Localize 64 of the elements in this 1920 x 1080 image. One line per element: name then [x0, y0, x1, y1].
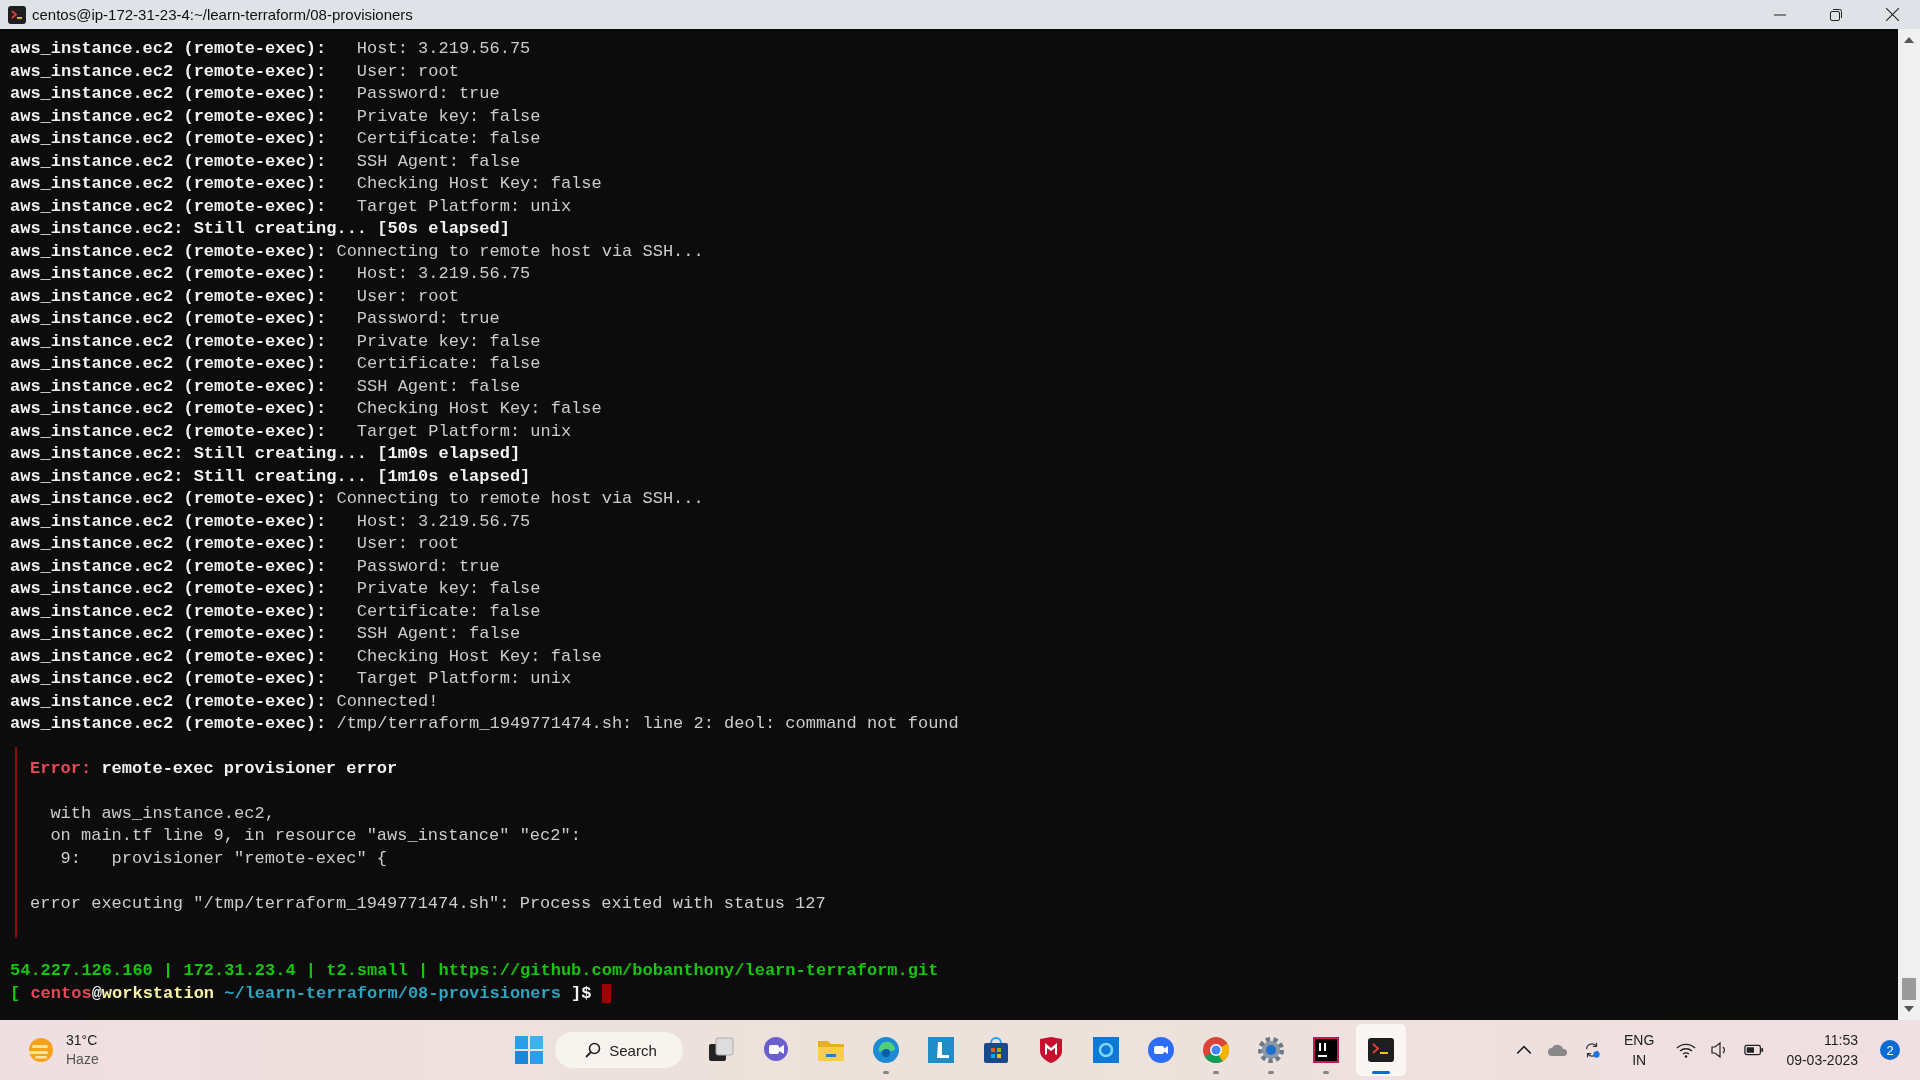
temperature: 31°C	[66, 1031, 99, 1050]
output-line: aws_instance.ec2 (remote-exec): Certificate: false	[10, 128, 542, 150]
cursor	[601, 984, 611, 1004]
output-line: aws_instance.ec2 (remote-exec): User: root	[10, 533, 460, 555]
output-line: aws_instance.ec2 (remote-exec): Host: 3.219.56.75	[10, 38, 532, 60]
output-line: aws_instance.ec2 (remote-exec): Password: true	[10, 83, 501, 105]
shell-prompt: [ centos@workstation ~/learn-terraform/08-provisioners ]$	[10, 982, 592, 1005]
search-button[interactable]: Search	[555, 1032, 683, 1068]
browser-icon[interactable]	[1200, 1035, 1231, 1065]
wifi-icon[interactable]	[1676, 1041, 1697, 1059]
output-line: aws_instance.ec2 (remote-exec): Checking Host Key: false	[10, 173, 603, 195]
output-line: aws_instance.ec2 (remote-exec): Target Platform: unix	[10, 420, 573, 443]
scroll-down-icon[interactable]	[1904, 1006, 1914, 1012]
output-line: aws_instance.ec2 (remote-exec): Certificate: false	[10, 353, 542, 375]
output-line: aws_instance.ec2: Still creating... [50s elapsed]	[10, 218, 511, 240]
scrollbar[interactable]	[1898, 29, 1920, 1020]
video-camera-icon[interactable]	[1145, 1035, 1176, 1065]
output-line: aws_instance.ec2 (remote-exec): /tmp/terraform_1949771474.sh: line 2: deol: command not found	[10, 713, 960, 735]
scroll-up-icon[interactable]	[1904, 37, 1914, 43]
settings-icon[interactable]	[1255, 1035, 1286, 1065]
terminal-icon	[8, 5, 26, 24]
output-line: aws_instance.ec2 (remote-exec): Connecting to remote host via SSH...	[10, 240, 705, 263]
output-line: aws_instance.ec2 (remote-exec): Target Platform: unix	[10, 195, 573, 218]
output-line: aws_instance.ec2 (remote-exec): Certificate: false	[10, 600, 542, 623]
output-line: aws_instance.ec2 (remote-exec): Connected!	[10, 690, 440, 713]
output-line: aws_instance.ec2 (remote-exec): Host: 3.219.56.75	[10, 510, 532, 533]
output-line: aws_instance.ec2 (remote-exec): User: root	[10, 285, 460, 308]
output-line: aws_instance.ec2 (remote-exec): Private key: false	[10, 105, 542, 128]
output-line: aws_instance.ec2 (remote-exec): Checking Host Key: false	[10, 645, 603, 668]
terminal-icon[interactable]	[1365, 1035, 1396, 1065]
search-icon	[585, 1042, 602, 1058]
output-line: aws_instance.ec2 (remote-exec): User: root	[10, 60, 460, 83]
output-line: aws_instance.ec2 (remote-exec): Password: true	[10, 555, 501, 578]
output-line: aws_instance.ec2 (remote-exec): SSH Agent: false	[10, 375, 522, 398]
error-context-line: 9: provisioner "remote-exec" {	[59, 847, 389, 870]
restore-icon	[1830, 8, 1842, 21]
error-context-line: on main.tf line 9, in resource "aws_instance" "ec2":	[49, 825, 582, 847]
close-icon	[1885, 8, 1899, 21]
output-line: aws_instance.ec2 (remote-exec): Private key: false	[10, 330, 542, 353]
output-line: aws_instance.ec2 (remote-exec): Checking Host Key: false	[10, 398, 603, 420]
status-line: 54.227.126.160 | 172.31.23.4 | t2.small | https://github.com/bobanthony/learn-terraform.git	[10, 960, 940, 982]
ide-icon[interactable]	[1310, 1035, 1341, 1065]
error-message: error executing "/tmp/terraform_1949771474.sh": Process exited with status 127	[30, 892, 827, 915]
error-context-line: with aws_instance.ec2,	[49, 802, 276, 825]
output-line: aws_instance.ec2 (remote-exec): Private key: false	[10, 578, 542, 600]
output-line: aws_instance.ec2 (remote-exec): Target Platform: unix	[10, 668, 573, 690]
error-heading: Error: remote-exec provisioner error	[30, 757, 399, 780]
browser-icon[interactable]	[870, 1035, 901, 1065]
ring-icon[interactable]	[1090, 1035, 1121, 1065]
output-line: aws_instance.ec2 (remote-exec): Password: true	[10, 308, 501, 330]
weather-condition: Haze	[66, 1050, 99, 1069]
scrollbar-thumb[interactable]	[1902, 978, 1916, 1000]
app-icon[interactable]	[925, 1035, 956, 1065]
window-title: centos@ip-172-31-23-4:~/learn-terraform/08-provisioners	[32, 6, 413, 23]
language-indicator[interactable]: ENG IN	[1616, 1030, 1663, 1070]
output-line: aws_instance.ec2: Still creating... [1m0s elapsed]	[10, 443, 522, 465]
output-line: aws_instance.ec2 (remote-exec): SSH Agent: false	[10, 623, 522, 645]
output-line: aws_instance.ec2 (remote-exec): Host: 3.219.56.75	[10, 263, 532, 285]
output-line: aws_instance.ec2 (remote-exec): SSH Agent: false	[10, 150, 522, 173]
start-icon[interactable]	[514, 1035, 545, 1065]
notification-badge[interactable]: 2	[1880, 1040, 1900, 1060]
output-line: aws_instance.ec2: Still creating... [1m10s elapsed]	[10, 465, 532, 488]
clock[interactable]: 11:53 09-03-2023	[1778, 1030, 1866, 1070]
output-line: aws_instance.ec2 (remote-exec): Connecting to remote host via SSH...	[10, 488, 705, 510]
